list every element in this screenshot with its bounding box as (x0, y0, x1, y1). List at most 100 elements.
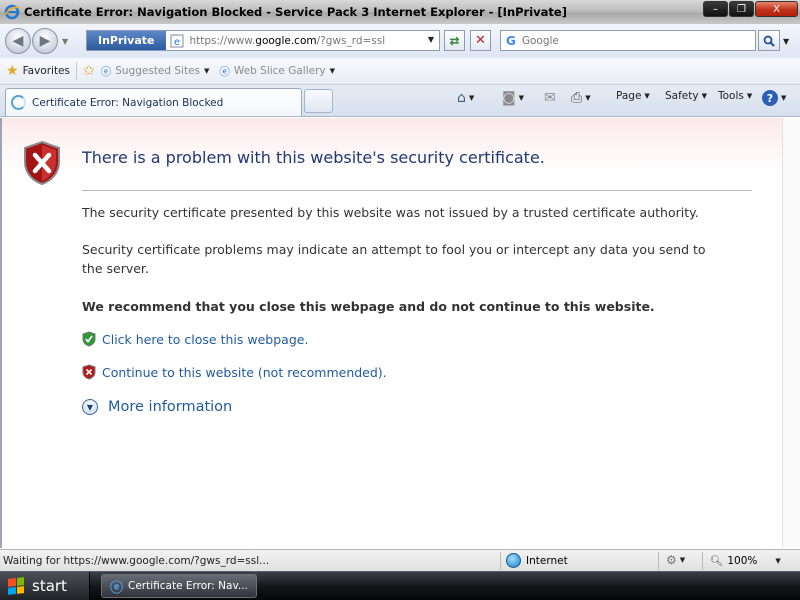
print-button[interactable]: ⎙ ▼ (571, 90, 591, 106)
tools-menu-button[interactable]: Tools ▼ (718, 90, 752, 102)
home-icon: ⌂ (457, 90, 466, 106)
close-window-button[interactable]: X (755, 1, 798, 17)
help-icon: ? (762, 90, 778, 106)
magnifier-icon (763, 35, 775, 47)
favorites-separator (76, 62, 77, 80)
stop-button[interactable]: ✕ (470, 30, 491, 51)
tab-label: Certificate Error: Navigation Blocked (32, 96, 224, 109)
feeds-button[interactable]: ◙ ▼ (502, 90, 524, 106)
security-zone[interactable]: Internet (506, 553, 568, 568)
back-button[interactable]: ◀ (5, 28, 31, 54)
ie-page-icon: ⓔ (219, 65, 230, 78)
favorites-button[interactable]: ★ Favorites (6, 63, 70, 79)
favorites-star-icon: ★ (6, 63, 19, 79)
inprivate-badge[interactable]: InPrivate (87, 31, 166, 50)
status-divider (658, 552, 659, 570)
address-url[interactable]: https://www.google.com/?gws_rd=ssl (190, 35, 386, 47)
window-title: Certificate Error: Navigation Blocked - … (24, 5, 567, 19)
recent-pages-dropdown-icon[interactable]: ▼ (62, 37, 68, 46)
safety-menu-label: Safety (665, 90, 699, 102)
refresh-icon: ⇄ (449, 33, 460, 48)
search-button[interactable] (758, 30, 780, 51)
page-menu-button[interactable]: Page ▼ (616, 90, 650, 102)
print-dropdown-icon: ▼ (585, 94, 591, 102)
address-bar[interactable]: InPrivate e https://www.google.com/?gws_… (86, 30, 440, 51)
status-text: Waiting for https://www.google.com/?gws_… (3, 554, 270, 567)
web-slice-dropdown-icon: ▼ (329, 67, 336, 75)
minimize-button[interactable]: – (703, 1, 728, 17)
zoom-magnifier-icon: 🔍︎ (710, 555, 724, 567)
more-information-link[interactable]: More information (108, 399, 232, 415)
continue-website-option[interactable]: Continue to this website (not recommende… (82, 364, 387, 380)
loading-spinner-icon (11, 95, 26, 110)
add-to-favorites-bar-button[interactable]: ✩ (83, 63, 95, 79)
web-slice-gallery-button[interactable]: ⓔ Web Slice Gallery ▼ (219, 64, 335, 79)
status-divider (702, 552, 703, 570)
tab-certificate-error[interactable]: Certificate Error: Navigation Blocked (5, 88, 302, 116)
tab-bar: Certificate Error: Navigation Blocked ⌂ … (0, 85, 800, 117)
printer-icon: ⎙ (571, 90, 583, 106)
zone-label: Internet (526, 554, 568, 567)
tools-dropdown-icon: ▼ (746, 92, 753, 100)
expand-chevron-icon: ▼ (82, 399, 98, 415)
mail-icon: ✉ (544, 90, 556, 106)
continue-to-website-link[interactable]: Continue to this website (not recommende… (102, 365, 387, 380)
start-label: start (32, 577, 67, 595)
title-bar[interactable]: Certificate Error: Navigation Blocked - … (0, 0, 800, 24)
certificate-issue-text: The security certificate presented by th… (82, 205, 699, 220)
close-webpage-link[interactable]: Click here to close this webpage. (102, 332, 308, 347)
page-heading: There is a problem with this website's s… (82, 148, 545, 167)
home-dropdown-icon: ▼ (468, 94, 475, 102)
green-shield-icon (82, 331, 96, 347)
suggested-sites-label: Suggested Sites (115, 65, 201, 77)
close-webpage-option[interactable]: Click here to close this webpage. (82, 331, 308, 347)
windows-taskbar: start ⓔ Certificate Error: Nav... (0, 571, 800, 600)
window-controls: – ❐ X (703, 1, 798, 17)
web-slice-gallery-label: Web Slice Gallery (233, 65, 326, 77)
address-dropdown-icon[interactable]: ▼ (428, 35, 434, 44)
back-arrow-icon: ◀ (12, 33, 24, 49)
page-icon: e (170, 34, 183, 48)
ie-page-icon: ⓔ (100, 65, 112, 78)
rss-feed-icon: ◙ (502, 90, 516, 106)
search-box[interactable]: G (500, 30, 756, 51)
ie-taskbar-icon: ⓔ (110, 580, 124, 596)
windows-logo-icon (8, 577, 24, 595)
safety-dropdown-icon: ▼ (701, 92, 707, 100)
heading-divider (82, 190, 752, 191)
status-bar: Waiting for https://www.google.com/?gws_… (0, 549, 800, 571)
more-information-toggle[interactable]: ▼ More information (82, 399, 232, 415)
forward-button[interactable]: ▶ (32, 28, 58, 54)
start-button[interactable]: start (0, 572, 90, 600)
help-dropdown-icon: ▼ (781, 94, 787, 102)
home-button[interactable]: ⌂ ▼ (457, 90, 474, 106)
maximize-button[interactable]: ❐ (729, 1, 754, 17)
vertical-scrollbar[interactable] (782, 118, 800, 548)
globe-icon (506, 553, 521, 568)
favorites-bar: ★ Favorites ✩ ⓔ Suggested Sites ▼ ⓔ Web … (0, 58, 800, 85)
red-shield-icon (82, 364, 96, 380)
recommendation-text: We recommend that you close this webpage… (82, 299, 655, 314)
read-mail-button[interactable]: ✉ (544, 90, 556, 106)
security-warning-shield-icon (24, 140, 60, 186)
protected-mode-button[interactable]: ⚙ ▼ (666, 553, 685, 567)
add-favorite-star-icon: ✩ (83, 63, 95, 79)
zoom-dropdown-icon: ▼ (775, 556, 781, 565)
feeds-dropdown-icon: ▼ (518, 94, 524, 102)
google-logo-icon: G (506, 33, 516, 48)
zoom-control[interactable]: 🔍︎ 100% ▼ (710, 554, 781, 568)
page-menu-label: Page (616, 90, 642, 102)
search-input[interactable] (521, 34, 722, 47)
safety-menu-button[interactable]: Safety ▼ (665, 90, 707, 102)
favorites-label: Favorites (22, 65, 70, 77)
security-warning-text: Security certificate problems may indica… (82, 242, 706, 276)
taskbar-ie-window[interactable]: ⓔ Certificate Error: Nav... (101, 574, 257, 598)
refresh-button[interactable]: ⇄ (444, 30, 465, 51)
stop-icon: ✕ (475, 33, 486, 48)
search-options-dropdown-icon[interactable]: ▼ (783, 37, 789, 46)
page-content: There is a problem with this website's s… (2, 118, 782, 548)
suggested-sites-button[interactable]: ⓔ Suggested Sites ▼ (101, 64, 210, 79)
protected-mode-icon: ⚙ (666, 553, 677, 567)
help-button[interactable]: ? ▼ (762, 90, 786, 106)
new-tab-button[interactable] (304, 89, 333, 113)
